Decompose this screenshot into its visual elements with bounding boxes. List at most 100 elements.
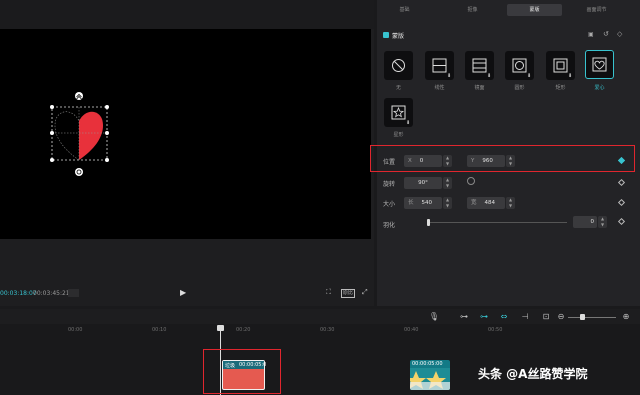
size-height-stepper[interactable]: ▲ ▼ <box>506 197 515 209</box>
mask-linear-label: 线性 <box>434 85 445 91</box>
circle-mask-icon: ⬇ <box>512 58 531 79</box>
mask-star-label: 星形 <box>393 132 404 138</box>
ratio-button[interactable]: 原比 <box>341 289 356 298</box>
heart-mask-shape <box>79 111 104 160</box>
snap-icon[interactable]: ⊶ <box>478 312 490 322</box>
zoom-slider-track[interactable] <box>568 317 616 318</box>
timeline-mode-icon[interactable] <box>68 289 79 297</box>
feather-field[interactable]: 0 <box>573 216 597 228</box>
rotate-keyframe-icon[interactable] <box>617 178 626 187</box>
split-icon[interactable]: ⊣ <box>519 312 531 322</box>
size-width-stepper[interactable]: ▲ ▼ <box>443 197 452 209</box>
reset-icon[interactable]: ↺ <box>603 30 609 38</box>
mask-rect-tile[interactable]: ⬇ <box>546 51 575 80</box>
keyframe-toggle-icon[interactable]: ◇ <box>617 30 622 38</box>
size-label: 大小 <box>383 201 396 208</box>
star-mask-icon: ⬇ <box>391 105 410 126</box>
rotate-stepper[interactable]: ▲ ▼ <box>443 177 452 189</box>
size-keyframe-icon[interactable] <box>617 198 626 207</box>
playhead-handle[interactable] <box>217 325 224 331</box>
timeline-toolbar: 🎙 ⊶ ⊶ ⇔ ⊣ ⊡ ⊖ ⊕ <box>0 309 640 324</box>
tab-mask[interactable]: 蒙版 <box>507 4 562 16</box>
linear-mask-icon: ⬇ <box>432 58 451 79</box>
rotate-handle <box>75 168 83 176</box>
timeline-clip[interactable]: 00:00:05:00 <box>410 360 450 390</box>
size-height-field[interactable]: 宽 484 <box>467 197 505 209</box>
feather-slider-thumb[interactable] <box>427 219 430 226</box>
resize-handle <box>50 158 54 162</box>
resize-handle <box>105 105 109 109</box>
resize-handle <box>50 105 54 109</box>
player-top-strip <box>0 0 374 29</box>
current-time: 00:03:18:07 <box>0 290 37 297</box>
clip-thumbnail <box>410 368 450 390</box>
zoom-out-icon[interactable]: ⊖ <box>555 312 567 322</box>
mask-none-tile[interactable] <box>384 51 413 80</box>
mask-circle-tile[interactable]: ⬇ <box>505 51 534 80</box>
resize-handle <box>50 131 54 135</box>
ruler-tick: 00:40 <box>404 327 419 333</box>
resize-handle <box>105 158 109 162</box>
mask-heart-tile[interactable] <box>585 50 614 79</box>
timeline-panel: 🎙 ⊶ ⊶ ⇔ ⊣ ⊡ ⊖ ⊕ 00:00 00:10 00:20 00:30 … <box>0 309 640 395</box>
rect-mask-icon: ⬇ <box>553 58 572 79</box>
size-width-field[interactable]: 长 540 <box>404 197 442 209</box>
zoom-slider-thumb[interactable] <box>580 314 585 320</box>
feather-stepper[interactable]: ▲ ▼ <box>598 216 607 228</box>
mask-heart-label: 爱心 <box>594 85 605 91</box>
tab-basic[interactable]: 基础 <box>377 4 432 16</box>
feather-keyframe-icon[interactable] <box>617 217 626 226</box>
mask-rect-label: 矩形 <box>555 85 566 91</box>
mirror-mask-icon: ⬇ <box>472 58 491 79</box>
inspector-tabs: 基础 抠像 蒙版 画面调节 <box>377 4 640 19</box>
invert-icon[interactable]: ▣ <box>588 31 594 38</box>
link-icon[interactable]: ⊶ <box>458 312 470 322</box>
svg-text:⬇: ⬇ <box>406 120 410 126</box>
preview-axis-icon[interactable]: ⊡ <box>540 312 552 322</box>
ruler-tick: 00:50 <box>488 327 503 333</box>
heart-outline <box>54 111 80 161</box>
mask-star-tile[interactable]: ⬇ <box>384 98 413 127</box>
section-title: 蒙版 <box>392 33 405 40</box>
rotate-dial[interactable] <box>467 177 475 185</box>
linkage-icon[interactable]: ⇔ <box>498 312 510 322</box>
clip-highlight-box <box>203 349 281 394</box>
ruler-tick: 00:10 <box>152 327 167 333</box>
feather-label: 羽化 <box>383 222 396 229</box>
rotate-field[interactable]: 90° <box>404 177 442 189</box>
preview-canvas[interactable] <box>0 29 371 239</box>
heart-mask-icon <box>592 57 607 72</box>
microphone-icon[interactable]: 🎙 <box>428 312 440 322</box>
no-mask-icon <box>392 59 405 72</box>
feather-slider-track[interactable] <box>427 222 567 223</box>
play-icon[interactable]: ▶ <box>180 288 186 297</box>
svg-text:⬇: ⬇ <box>447 73 451 79</box>
resize-handle <box>105 131 109 135</box>
total-time: 00:03:45:21 <box>33 290 70 297</box>
timeline-ruler[interactable]: 00:00 00:10 00:20 00:30 00:40 00:50 <box>0 324 640 336</box>
mask-enabled-checkbox[interactable] <box>383 32 389 38</box>
mask-mirror-tile[interactable]: ⬇ <box>465 51 494 80</box>
inspector-panel: 基础 抠像 蒙版 画面调节 蒙版 ▣ ↺ ◇ 无 ⬇ 线性 ⬇ 镜面 ⬇ 圆形 … <box>370 0 640 306</box>
rotate-label: 旋转 <box>383 181 396 188</box>
mask-linear-tile[interactable]: ⬇ <box>425 51 454 80</box>
mask-mirror-label: 镜面 <box>474 85 485 91</box>
ruler-tick: 00:30 <box>320 327 335 333</box>
svg-text:⬇: ⬇ <box>487 73 491 79</box>
clip-duration: 00:00:05:00 <box>412 361 443 367</box>
highlight-box <box>370 145 635 172</box>
watermark: 头条 @A丝路赞学院 <box>478 367 588 381</box>
mask-circle-label: 圆形 <box>514 85 525 91</box>
tab-adjust[interactable]: 画面调节 <box>569 4 624 16</box>
tab-keying[interactable]: 抠像 <box>445 4 500 16</box>
mask-none-label: 无 <box>395 85 401 91</box>
expand-icon[interactable]: ⤢ <box>362 288 368 297</box>
svg-text:⬇: ⬇ <box>527 73 531 79</box>
ruler-tick: 00:00 <box>68 327 83 333</box>
zoom-in-icon[interactable]: ⊕ <box>620 312 632 322</box>
player-panel: 00:03:18:07 00:03:45:21 ▶ ⛶ 原比 ⤢ <box>0 0 374 306</box>
preview-svg <box>50 92 109 176</box>
svg-text:⬇: ⬇ <box>568 73 572 79</box>
fullscreen-crop-icon[interactable]: ⛶ <box>326 288 331 297</box>
ruler-tick: 00:20 <box>236 327 251 333</box>
